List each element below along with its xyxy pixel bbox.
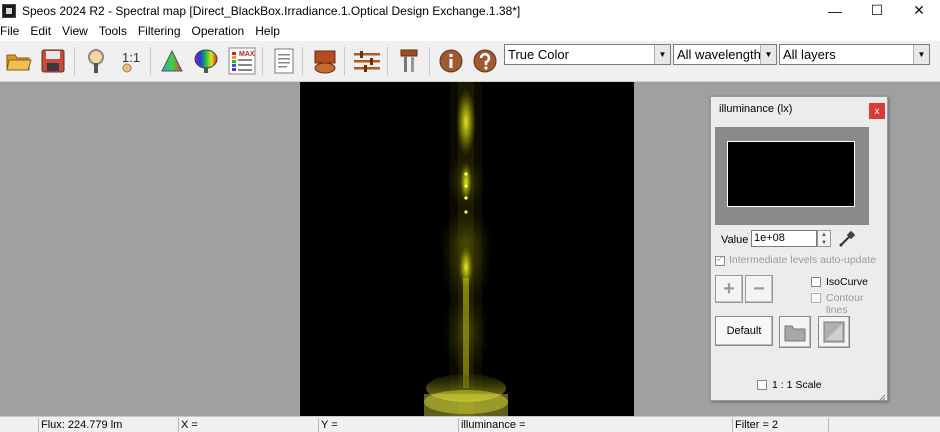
save-icon[interactable] [37, 45, 69, 77]
status-filter: Filter = 2 [732, 418, 828, 432]
value-input[interactable]: 1e+08 [751, 230, 817, 247]
add-level-button[interactable]: + [715, 275, 743, 303]
one-to-one-scale-label: 1 : 1 Scale [772, 379, 822, 391]
minimize-button[interactable]: — [814, 0, 856, 21]
one-to-one-scale-checkbox[interactable] [757, 380, 767, 390]
spectrum-icon[interactable] [190, 45, 222, 77]
value-spinner[interactable]: ▲ ▼ [817, 230, 831, 247]
color-preview-area [715, 127, 869, 225]
toolbar: 1:1 MAX True Color ▼ All wavelengths ▼ A… [0, 41, 940, 82]
panel-close-button[interactable]: x [869, 103, 885, 119]
default-button[interactable]: Default [715, 316, 773, 346]
chevron-down-icon: ▼ [913, 45, 929, 64]
auto-update-checkbox[interactable] [715, 254, 725, 266]
color-mode-select[interactable]: True Color ▼ [504, 44, 671, 65]
isocurve-label: IsoCurve [826, 276, 869, 288]
menu-help[interactable]: Help [250, 24, 286, 38]
spin-down-icon[interactable]: ▼ [818, 239, 830, 247]
load-folder-button[interactable] [779, 316, 811, 348]
help-icon[interactable] [469, 45, 501, 77]
auto-update-label: Intermediate levels auto-update [729, 254, 877, 266]
shape-icon[interactable] [309, 45, 341, 77]
open-folder-icon[interactable] [3, 45, 35, 77]
menu-view[interactable]: View [57, 24, 94, 38]
spin-up-icon[interactable]: ▲ [818, 231, 830, 239]
title-bar: Speos 2024 R2 - Spectral map [Direct_Bla… [0, 0, 940, 21]
info-icon[interactable] [435, 45, 467, 77]
status-y: Y = [318, 418, 458, 432]
status-illuminance: illuminance = [458, 418, 732, 432]
speos-app-icon [2, 3, 16, 18]
tools-icon[interactable] [393, 45, 425, 77]
resize-grip-icon[interactable] [878, 391, 886, 402]
svg-text:1:1: 1:1 [122, 50, 140, 65]
close-button[interactable]: ✕ [898, 0, 940, 21]
color-preview [727, 141, 855, 207]
wavelength-value: All wavelengths [677, 47, 768, 62]
menu-tools[interactable]: Tools [94, 24, 133, 38]
window-title: Speos 2024 R2 - Spectral map [Direct_Bla… [22, 3, 521, 18]
isocurve-checkbox[interactable] [811, 277, 821, 287]
chevron-down-icon: ▼ [654, 45, 670, 64]
status-extra [828, 418, 940, 432]
maximize-button[interactable]: ☐ [856, 0, 898, 21]
status-x: X = [178, 418, 318, 432]
image-icon [823, 321, 845, 343]
status-bar: Flux: 224.779 lm X = Y = illuminance = F… [0, 416, 940, 432]
menu-filtering[interactable]: Filtering [133, 24, 187, 38]
menu-edit[interactable]: Edit [25, 24, 57, 38]
settings-sliders-icon[interactable] [351, 45, 383, 77]
remove-level-button[interactable]: − [745, 275, 773, 303]
menu-file[interactable]: File [0, 24, 25, 38]
color-triangle-icon[interactable] [156, 45, 188, 77]
spectral-map-image[interactable] [300, 82, 634, 416]
eyedropper-icon[interactable] [837, 229, 857, 249]
panel-title: illuminance (lx) [719, 103, 793, 115]
wavelength-select[interactable]: All wavelengths ▼ [673, 44, 777, 65]
illuminance-panel: illuminance (lx) x Value 1e+08 ▲ ▼ Inter… [710, 96, 888, 402]
document-icon[interactable] [268, 45, 300, 77]
color-mode-value: True Color [508, 47, 569, 62]
menu-operation[interactable]: Operation [187, 24, 251, 38]
export-image-button[interactable] [818, 316, 850, 348]
max-scale-icon[interactable]: MAX [226, 45, 258, 77]
folder-icon [784, 325, 806, 342]
chevron-down-icon: ▼ [760, 45, 776, 64]
ratio-1-1-icon[interactable]: 1:1 [114, 45, 146, 77]
status-flux: Flux: 224.779 lm [38, 418, 178, 432]
map-viewport[interactable]: illuminance (lx) x Value 1e+08 ▲ ▼ Inter… [0, 82, 940, 416]
svg-text:MAX: MAX [239, 51, 255, 58]
contour-lines-label: Contour lines [826, 292, 864, 316]
window-controls: — ☐ ✕ [814, 0, 940, 21]
layer-value: All layers [783, 47, 836, 62]
menu-bar: File Edit View Tools Filtering Operation… [0, 21, 940, 41]
magnifier-icon[interactable] [80, 45, 112, 77]
contour-lines-checkbox[interactable] [811, 293, 821, 303]
value-label: Value [721, 234, 749, 246]
layer-select[interactable]: All layers ▼ [779, 44, 930, 65]
